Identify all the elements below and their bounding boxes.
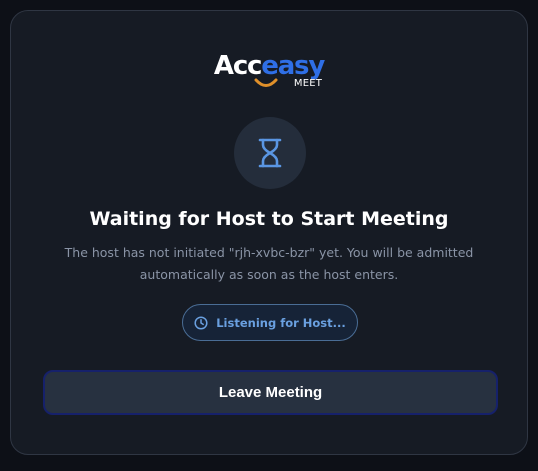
hourglass-badge: [234, 117, 306, 189]
clock-icon: [194, 315, 208, 330]
logo-subtitle: MEET: [293, 78, 323, 89]
listening-status-badge: Listening for Host...: [182, 304, 358, 341]
leave-meeting-button[interactable]: Leave Meeting: [43, 370, 498, 415]
waiting-description: The host has not initiated "rjh-xvbc-bzr…: [64, 245, 474, 282]
hourglass-icon: [258, 138, 282, 168]
status-label: Listening for Host...: [216, 315, 346, 330]
logo-smile-icon: [254, 78, 278, 87]
page-title: Waiting for Host to Start Meeting: [89, 208, 449, 230]
waiting-room-card: Acceasy MEET Waiting for Host to Start M…: [10, 10, 528, 455]
app-logo: Acceasy MEET: [11, 49, 527, 95]
